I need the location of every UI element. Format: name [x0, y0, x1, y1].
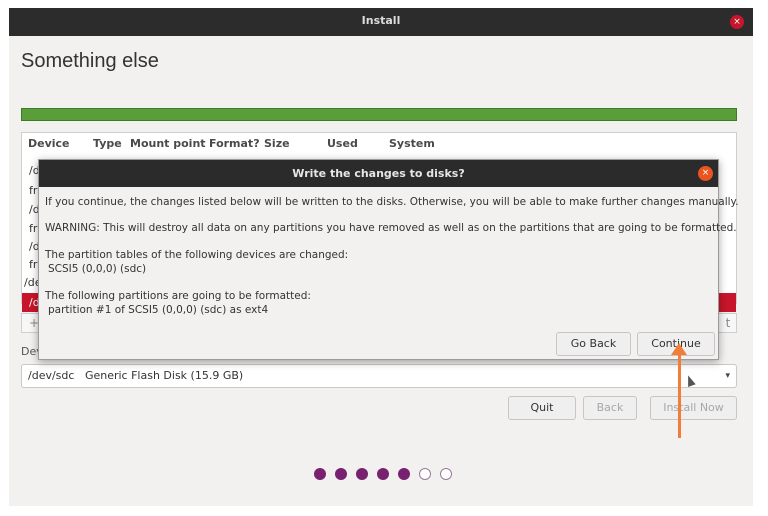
bootloader-device-select[interactable]: /dev/sdc Generic Flash Disk (15.9 GB) ▾: [21, 364, 737, 388]
install-now-button[interactable]: Install Now: [650, 396, 737, 420]
disk-usage-bar: [21, 108, 737, 121]
progress-dot-3: [356, 468, 368, 480]
column-device[interactable]: Device: [28, 137, 70, 150]
dialog-formatted-heading: The following partitions are going to be…: [45, 290, 311, 302]
dialog-formatted-item: partition #1 of SCSI5 (0,0,0) (sdc) as e…: [48, 304, 269, 316]
annotation-arrow-icon: [671, 343, 687, 355]
dialog-title: Write the changes to disks?: [292, 167, 465, 180]
go-back-button[interactable]: Go Back: [556, 332, 631, 356]
progress-dot-5: [398, 468, 410, 480]
page-title: Something else: [21, 50, 159, 72]
window-title: Install: [361, 14, 401, 27]
dialog-intro-text: If you continue, the changes listed belo…: [45, 196, 739, 208]
progress-dot-2: [335, 468, 347, 480]
bootloader-device: /dev/sdc: [28, 369, 75, 382]
progress-dot-6: [419, 468, 431, 480]
chevron-down-icon: ▾: [725, 371, 730, 381]
window-titlebar: Install ×: [9, 8, 753, 36]
dialog-close-icon[interactable]: ×: [698, 166, 713, 181]
column-mount-point[interactable]: Mount point: [130, 137, 206, 150]
partition-table-header: Device Type Mount point Format? Size Use…: [22, 133, 736, 153]
dialog-tables-heading: The partition tables of the following de…: [45, 249, 349, 261]
column-used[interactable]: Used: [327, 137, 358, 150]
progress-dots: [314, 468, 464, 482]
dialog-warning-text: WARNING: This will destroy all data on a…: [45, 222, 737, 234]
back-button[interactable]: Back: [583, 396, 637, 420]
progress-dot-7: [440, 468, 452, 480]
dialog-titlebar: Write the changes to disks? ×: [39, 160, 718, 187]
revert-button-fragment[interactable]: t: [718, 314, 738, 332]
window-close-icon[interactable]: ×: [730, 15, 744, 29]
dialog-tables-item: SCSI5 (0,0,0) (sdc): [48, 263, 147, 275]
progress-dot-4: [377, 468, 389, 480]
annotation-arrow-line: [678, 352, 681, 438]
quit-button[interactable]: Quit: [508, 396, 576, 420]
bootloader-description: Generic Flash Disk (15.9 GB): [84, 369, 244, 382]
column-format[interactable]: Format?: [209, 137, 260, 150]
confirm-dialog: Write the changes to disks? × If you con…: [38, 159, 739, 360]
column-system[interactable]: System: [389, 137, 435, 150]
column-type[interactable]: Type: [93, 137, 122, 150]
progress-dot-1: [314, 468, 326, 480]
column-size[interactable]: Size: [264, 137, 290, 150]
